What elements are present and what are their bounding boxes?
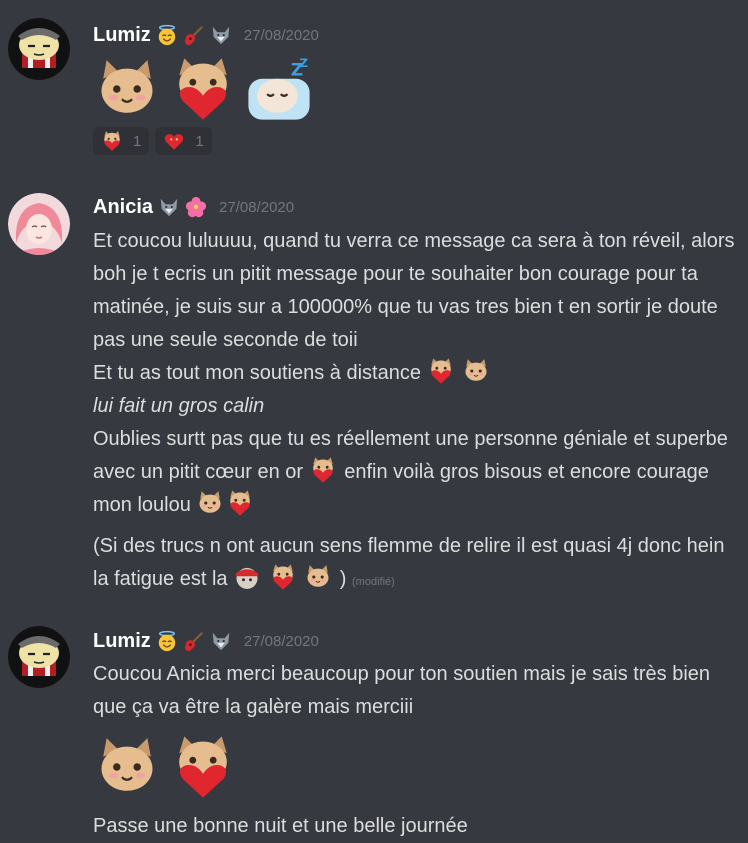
username[interactable]: Lumiz: [93, 630, 151, 653]
message-content: Et coucou luluuuu, quand tu verra ce mes…: [93, 225, 743, 599]
avatar[interactable]: [8, 626, 70, 688]
message-header: Anicia 27/08/2020: [93, 194, 294, 220]
reaction-cat-heart[interactable]: 1: [93, 127, 150, 155]
avatar[interactable]: [8, 18, 70, 80]
heart-face-emoji: [163, 130, 185, 152]
timestamp[interactable]: 27/08/2020: [244, 633, 319, 650]
message-line-text: Et tu as tout mon soutiens à distance: [93, 362, 421, 384]
message-line: Et tu as tout mon soutiens à distance: [93, 357, 743, 390]
reactions: 1 1: [93, 127, 212, 155]
hibiscus-icon: [185, 196, 207, 218]
cat-heart-emoji: [226, 489, 254, 517]
cat-heart-emoji: [169, 55, 237, 123]
message-line-italic: lui fait un gros calin: [93, 395, 265, 417]
bandana-face-emoji: [233, 563, 261, 591]
cat-heart-emoji: [269, 563, 297, 591]
reaction-count: 1: [195, 132, 204, 150]
emoji-row: [93, 733, 245, 801]
message-line-text: (Si des trucs n ont aucun sens flemme de…: [93, 535, 725, 590]
message-header: Lumiz 27/08/2020: [93, 22, 319, 48]
cat-heart-emoji: [101, 130, 123, 152]
username[interactable]: Lumiz: [93, 24, 151, 47]
wolf-icon: [158, 196, 180, 218]
reaction-heart-face[interactable]: 1: [155, 127, 212, 155]
guitar-icon: [183, 630, 205, 652]
cat-teary-cheeks-emoji: [462, 357, 490, 385]
message-line: Coucou Anicia merci beaucoup pour ton so…: [93, 663, 711, 718]
guitar-icon: [183, 24, 205, 46]
cat-teary-cheeks-emoji: [196, 489, 224, 517]
message-line-text: ): [339, 568, 347, 590]
message-header: Lumiz 27/08/2020: [93, 628, 319, 654]
angel-smile-icon: [156, 630, 178, 652]
avatar[interactable]: [8, 193, 70, 255]
cat-teary-cheeks-emoji: [304, 563, 332, 591]
cat-teary-cheeks-emoji: [93, 733, 161, 801]
timestamp[interactable]: 27/08/2020: [219, 199, 294, 216]
wolf-icon: [210, 24, 232, 46]
message-content: Coucou Anicia merci beaucoup pour ton so…: [93, 658, 743, 724]
message-content: Passe une bonne nuit et une belle journé…: [93, 810, 743, 843]
wolf-icon: [210, 630, 232, 652]
timestamp[interactable]: 27/08/2020: [244, 27, 319, 44]
message-line: Et coucou luluuuu, quand tu verra ce mes…: [93, 230, 735, 351]
cat-sleeping-emoji: [245, 55, 313, 123]
cat-heart-emoji: [169, 733, 237, 801]
cat-heart-emoji: [309, 456, 337, 484]
cat-teary-cheeks-emoji: [93, 55, 161, 123]
username[interactable]: Anicia: [93, 196, 153, 219]
message-line: (Si des trucs n ont aucun sens flemme de…: [93, 530, 743, 599]
cat-heart-emoji: [427, 357, 455, 385]
message-line: Passe une bonne nuit et une belle journé…: [93, 815, 468, 837]
edited-label: (modifié): [352, 576, 395, 588]
message-line: Oublies surtt pas que tu es réellement u…: [93, 423, 743, 522]
emoji-row: [93, 55, 321, 123]
angel-smile-icon: [156, 24, 178, 46]
reaction-count: 1: [133, 132, 142, 150]
